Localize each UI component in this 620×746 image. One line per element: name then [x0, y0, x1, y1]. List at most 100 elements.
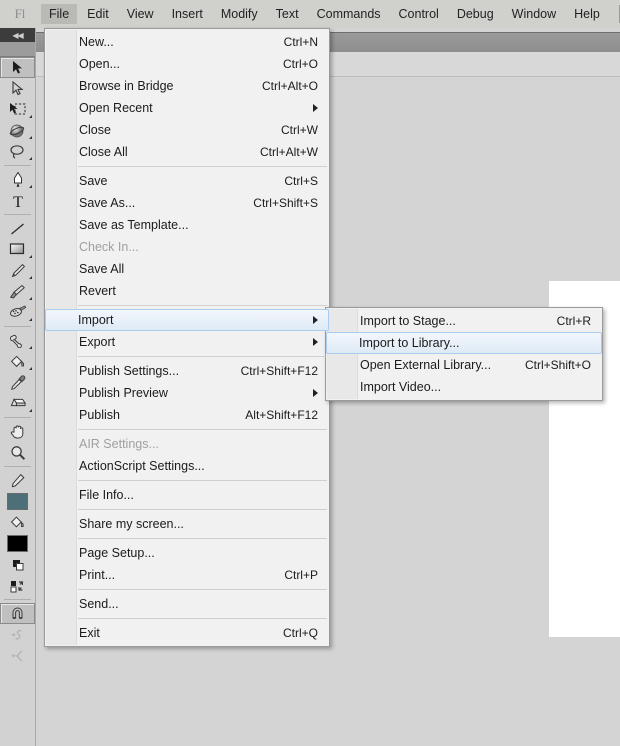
menubar-item-debug[interactable]: Debug [449, 4, 502, 24]
menu-item-label: Close All [79, 145, 128, 159]
menubar-item-help[interactable]: Help [566, 4, 608, 24]
toolbar-separator [4, 326, 31, 327]
menu-item-import[interactable]: Import [45, 309, 329, 331]
snap-to-objects-icon[interactable] [0, 603, 35, 624]
tool-options-corner-icon [29, 297, 32, 300]
free-transform-tool-icon[interactable] [0, 99, 35, 120]
stroke-color-tool-icon[interactable] [0, 470, 35, 491]
tool-options-corner-icon [29, 318, 32, 321]
menu-item-file-info[interactable]: File Info... [46, 484, 328, 506]
menubar-item-control[interactable]: Control [391, 4, 447, 24]
menu-item-open-external-library[interactable]: Open External Library... Ctrl+Shift+O [327, 354, 601, 376]
menu-item-page-setup[interactable]: Page Setup... [46, 542, 328, 564]
menu-item-close-all[interactable]: Close All Ctrl+Alt+W [46, 141, 328, 163]
3d-rotation-tool-icon[interactable] [0, 120, 35, 141]
menu-item-shortcut: Ctrl+O [282, 57, 318, 71]
straighten-option-icon[interactable] [0, 645, 35, 666]
brush-tool-icon[interactable] [0, 281, 35, 302]
menu-item-actionscript-settings[interactable]: ActionScript Settings... [46, 455, 328, 477]
subselection-tool-icon[interactable] [0, 78, 35, 99]
menu-item-shortcut: Ctrl+N [283, 35, 318, 49]
tool-options-corner-icon [29, 276, 32, 279]
menubar-item-view[interactable]: View [119, 4, 162, 24]
black-and-white-colors-icon[interactable] [0, 554, 35, 575]
menu-item-import-to-stage[interactable]: Import to Stage... Ctrl+R [327, 310, 601, 332]
menubar-item-insert[interactable]: Insert [164, 4, 211, 24]
menubar-item-modify[interactable]: Modify [213, 4, 266, 24]
menu-item-save-as-template[interactable]: Save as Template... [46, 214, 328, 236]
selection-tool-icon[interactable] [0, 57, 35, 78]
menu-item-label: Import [78, 313, 114, 327]
line-tool-icon[interactable] [0, 218, 35, 239]
spray-brush-tool-icon[interactable] [0, 302, 35, 323]
hand-tool-icon[interactable] [0, 421, 35, 442]
flash-application-window: Fl File Edit View Insert Modify Text Commands C… [0, 0, 620, 746]
tool-options-corner-icon [29, 157, 32, 160]
menu-item-publish-settings[interactable]: Publish Settings... Ctrl+Shift+F12 [46, 360, 328, 382]
menubar-item-edit[interactable]: Edit [79, 4, 117, 24]
menu-item-print[interactable]: Print... Ctrl+P [46, 564, 328, 586]
menu-item-publish-preview[interactable]: Publish Preview [46, 382, 328, 404]
menu-separator [78, 480, 327, 481]
menubar-item-file[interactable]: File [41, 4, 78, 24]
menu-item-label: Print... [79, 568, 116, 582]
fill-color-swatch[interactable] [0, 533, 35, 554]
menu-separator [78, 166, 327, 167]
fill-color-tool-icon[interactable] [0, 512, 35, 533]
smooth-option-icon[interactable] [0, 624, 35, 645]
menu-item-export[interactable]: Export [46, 331, 328, 353]
menu-item-label: Import to Library... [359, 336, 460, 350]
menu-item-open-recent[interactable]: Open Recent [46, 97, 328, 119]
tool-options-corner-icon [29, 185, 32, 188]
menu-item-save[interactable]: Save Ctrl+S [46, 170, 328, 192]
menu-item-open[interactable]: Open... Ctrl+O [46, 53, 328, 75]
stroke-color-swatch[interactable] [0, 491, 35, 512]
swap-colors-icon[interactable] [0, 575, 35, 596]
menu-item-exit[interactable]: Exit Ctrl+Q [46, 622, 328, 644]
menu-item-shortcut: Alt+Shift+F12 [245, 408, 318, 422]
menu-item-label: Import to Stage... [360, 314, 456, 328]
menu-item-shortcut: Ctrl+R [556, 314, 591, 328]
collapse-panel-button[interactable]: ◀◀ [0, 28, 35, 42]
toolbar-separator [4, 466, 31, 467]
menu-item-save-all[interactable]: Save All [46, 258, 328, 280]
rectangle-tool-icon[interactable] [0, 239, 35, 260]
menu-item-send[interactable]: Send... [46, 593, 328, 615]
menu-item-publish[interactable]: Publish Alt+Shift+F12 [46, 404, 328, 426]
lasso-tool-icon[interactable] [0, 141, 35, 162]
menu-item-shortcut: Ctrl+Q [282, 626, 318, 640]
menu-item-label: Save All [79, 262, 125, 276]
menu-item-label: Publish Preview [79, 386, 168, 400]
zoom-tool-icon[interactable] [0, 442, 35, 463]
menu-item-import-to-library[interactable]: Import to Library... [326, 332, 602, 354]
pen-tool-icon[interactable] [0, 169, 35, 190]
menu-item-new[interactable]: New... Ctrl+N [46, 31, 328, 53]
menu-item-save-as[interactable]: Save As... Ctrl+Shift+S [46, 192, 328, 214]
svg-text:T: T [13, 194, 23, 209]
eraser-tool-icon[interactable] [0, 393, 35, 414]
menu-item-revert[interactable]: Revert [46, 280, 328, 302]
bone-tool-icon[interactable] [0, 330, 35, 351]
menu-item-shortcut: Ctrl+S [284, 174, 318, 188]
menubar-item-window[interactable]: Window [504, 4, 564, 24]
import-submenu: Import to Stage... Ctrl+R Import to Librar… [325, 307, 603, 401]
text-tool-icon[interactable]: T [0, 190, 35, 211]
tool-options-corner-icon [29, 409, 32, 412]
pencil-tool-icon[interactable] [0, 260, 35, 281]
menu-item-shortcut: Ctrl+Shift+S [253, 196, 318, 210]
menu-item-shortcut: Ctrl+P [284, 568, 318, 582]
menu-item-import-video[interactable]: Import Video... [327, 376, 601, 398]
menu-item-browse-in-bridge[interactable]: Browse in Bridge Ctrl+Alt+O [46, 75, 328, 97]
eyedropper-tool-icon[interactable] [0, 372, 35, 393]
paint-bucket-tool-icon[interactable] [0, 351, 35, 372]
menu-separator [78, 429, 327, 430]
menubar-item-commands[interactable]: Commands [309, 4, 389, 24]
menu-item-close[interactable]: Close Ctrl+W [46, 119, 328, 141]
tool-options-corner-icon [29, 255, 32, 258]
menu-separator [78, 356, 327, 357]
app-logo-icon: Fl [14, 6, 26, 21]
submenu-arrow-icon [313, 316, 318, 324]
menu-item-share-my-screen[interactable]: Share my screen... [46, 513, 328, 535]
menubar-item-text[interactable]: Text [268, 4, 307, 24]
toolbar-separator [4, 417, 31, 418]
